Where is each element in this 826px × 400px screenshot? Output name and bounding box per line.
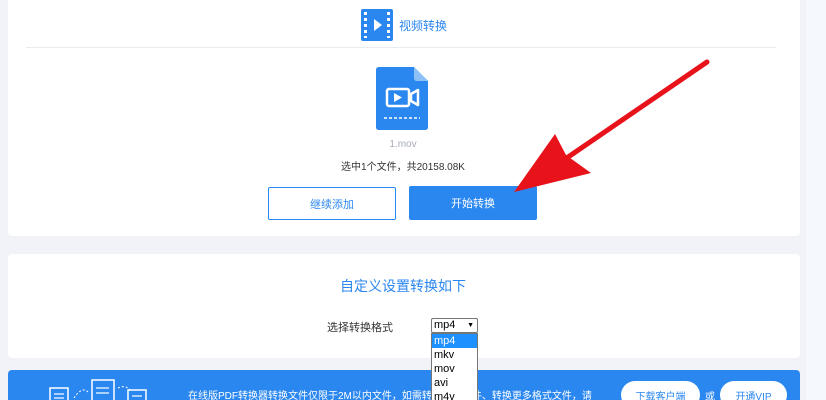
settings-title: 自定义设置转换如下	[340, 278, 466, 294]
tool-title: 视频转换	[399, 18, 448, 33]
format-option[interactable]: mp4	[432, 334, 477, 348]
download-client-button[interactable]: 下载客户端	[621, 381, 700, 400]
file-info: 选中1个文件，共20158.08K	[341, 162, 465, 173]
format-select[interactable]: mp4 ▼	[431, 318, 478, 333]
banner-text: 在线版PDF转换器转换文件仅限于2M以内文件，如需转换更大文件、转换更多格式文件…	[188, 391, 592, 400]
add-more-button[interactable]: 继续添加	[268, 187, 396, 220]
settings-card	[8, 254, 800, 358]
format-option[interactable]: avi	[432, 376, 477, 390]
format-label: 选择转换格式	[327, 322, 393, 334]
scrollbar-track[interactable]	[806, 0, 826, 400]
format-option[interactable]: mov	[432, 362, 477, 376]
divider	[26, 47, 776, 48]
video-icon	[361, 9, 393, 41]
format-option[interactable]: mkv	[432, 348, 477, 362]
file-name: 1.mov	[389, 139, 417, 150]
format-dropdown: mp4 mkv mov avi m4v	[431, 333, 478, 400]
documents-illustration-icon	[49, 379, 147, 400]
or-text: 或	[705, 392, 715, 400]
video-file-icon	[376, 67, 428, 130]
start-convert-button[interactable]: 开始转换	[409, 186, 537, 220]
format-option[interactable]: m4v	[432, 390, 477, 400]
tool-header: 视频转换	[361, 9, 447, 41]
open-vip-button[interactable]: 开通VIP	[720, 381, 787, 400]
caret-down-icon: ▼	[467, 322, 474, 329]
format-select-value: mp4	[434, 319, 456, 331]
